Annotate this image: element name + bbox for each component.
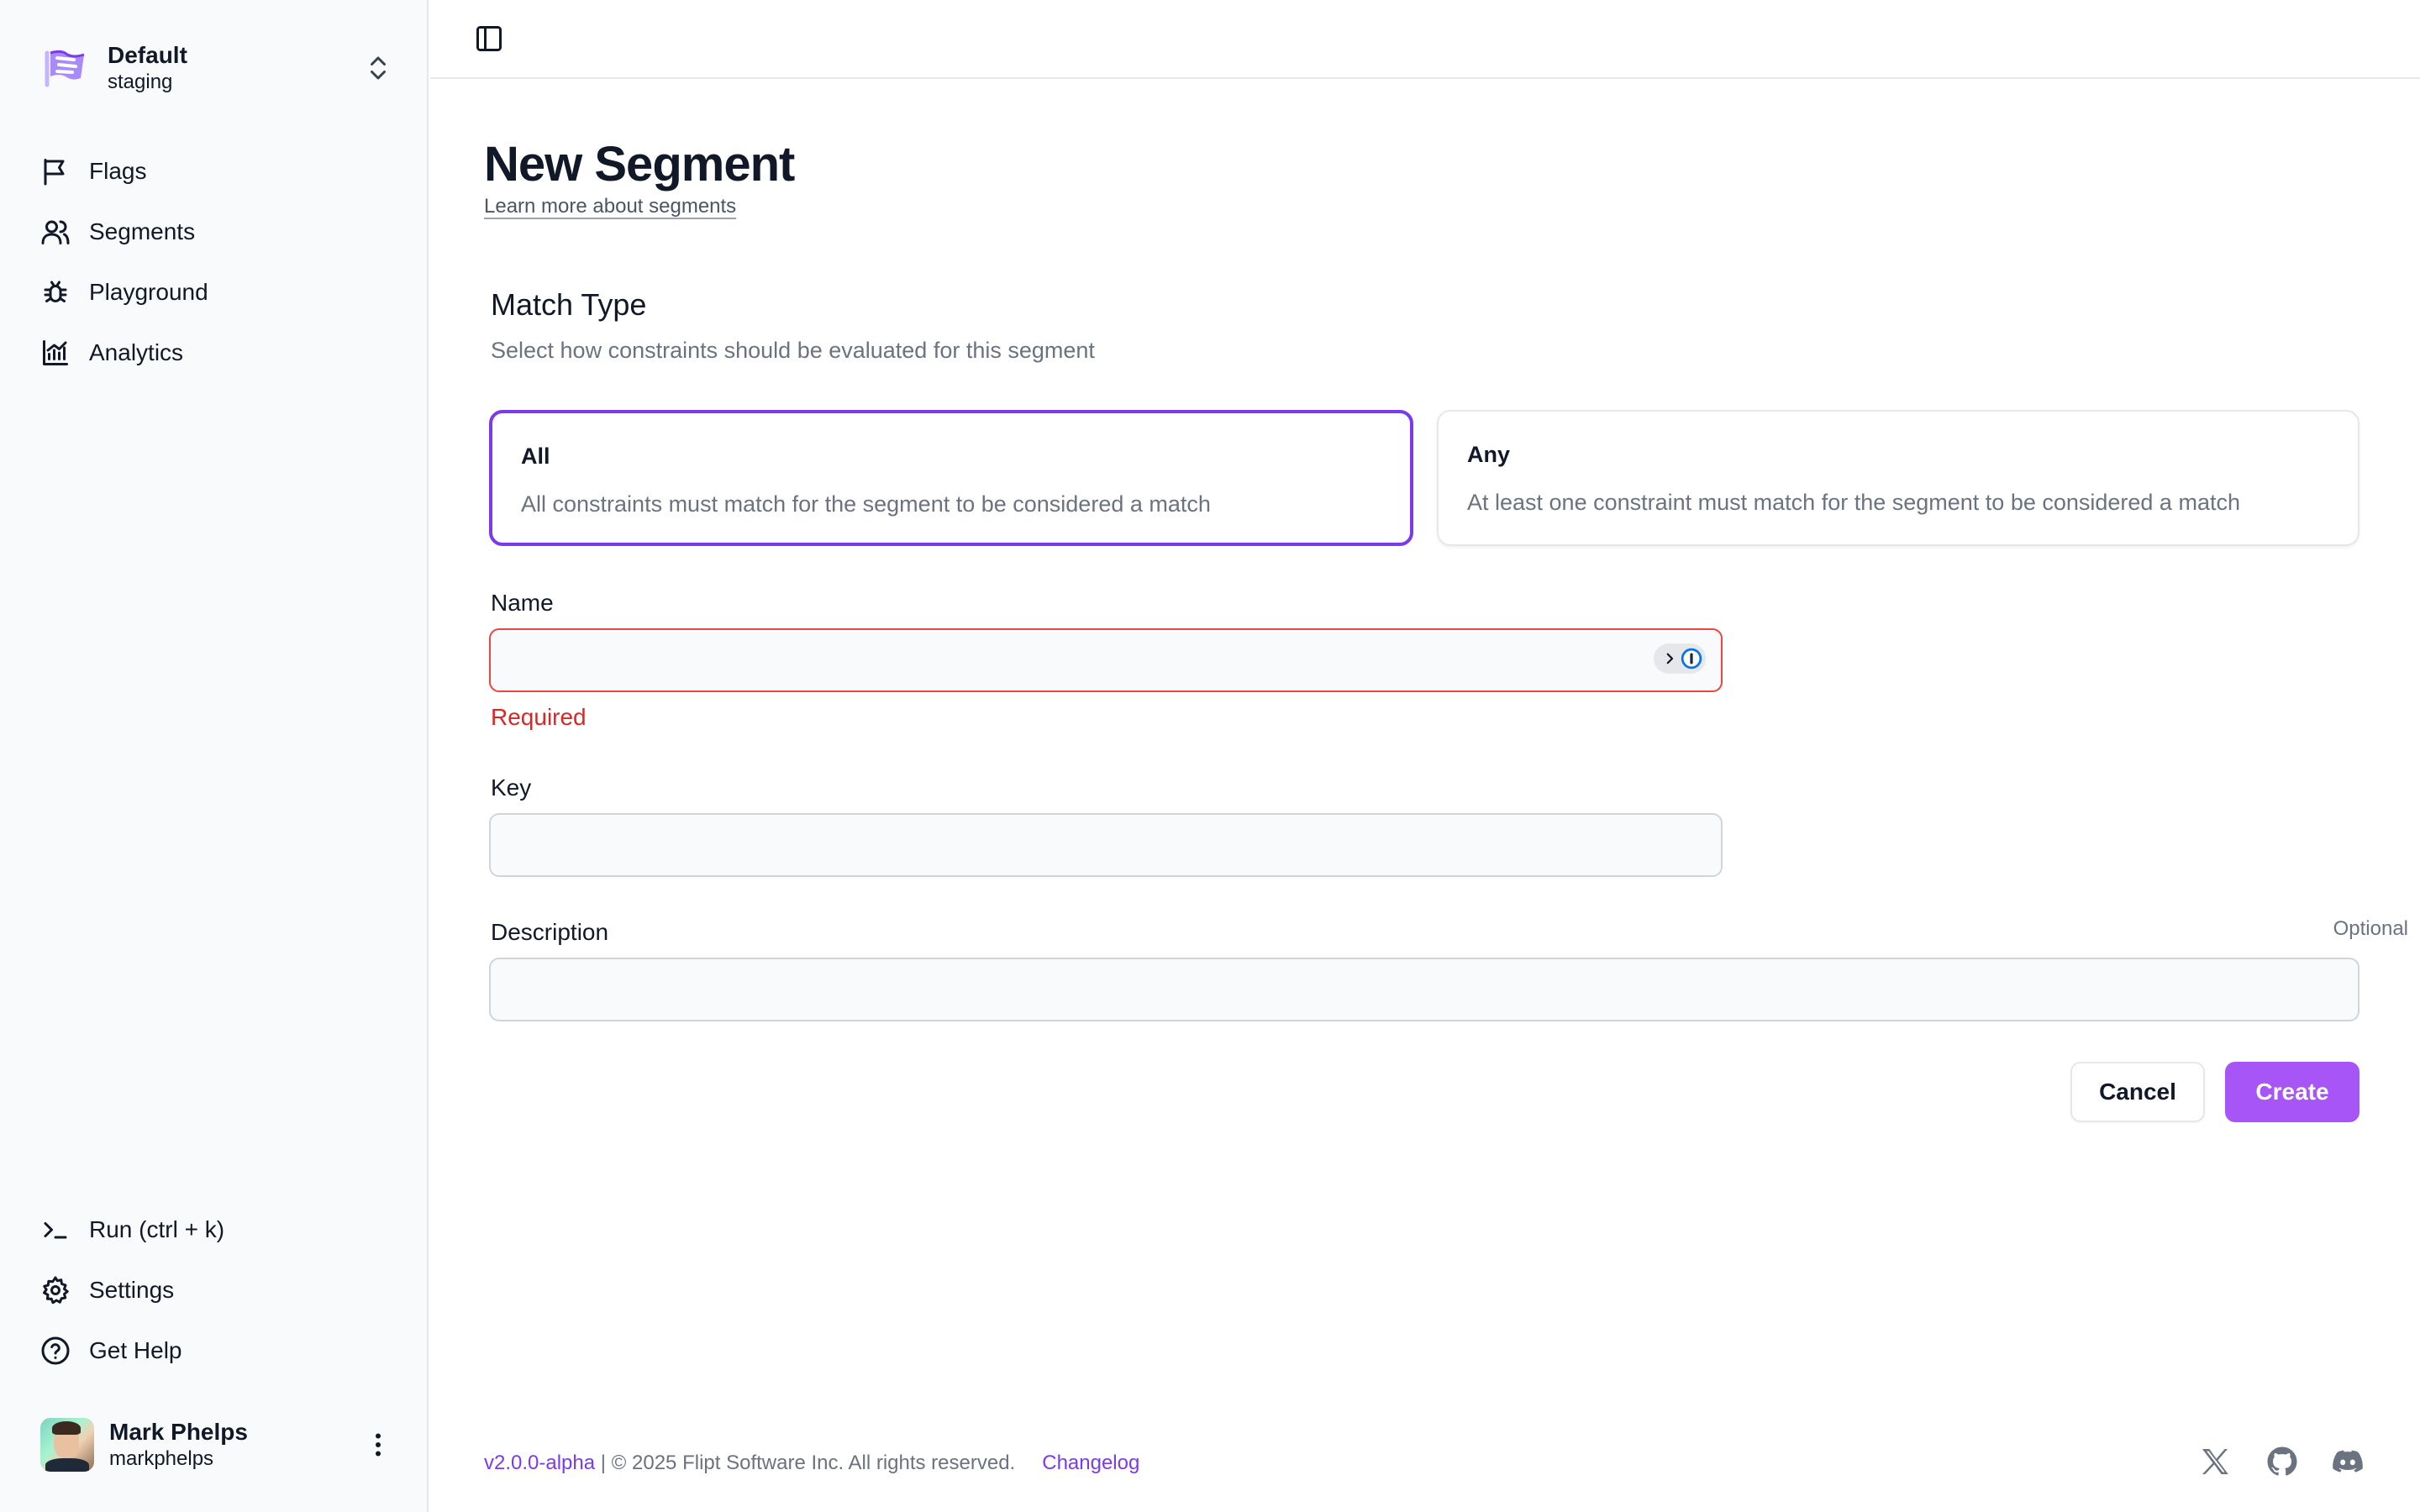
discord-icon[interactable] (2331, 1445, 2365, 1478)
user-profile: Mark Phelps markphelps (40, 1415, 393, 1475)
namespace-name: Default (108, 42, 187, 68)
key-field[interactable] (489, 813, 1723, 877)
match-type-all-option[interactable]: All All constraints must match for the s… (489, 410, 1413, 546)
chart-icon (43, 340, 68, 365)
chevron-right-icon (1666, 653, 1674, 664)
sidebar: Default staging Flags Segments Playgroun… (0, 0, 429, 1512)
option-all-description: All constraints must match for the segme… (521, 491, 1211, 517)
nav-item-flags[interactable]: Flags (37, 141, 398, 202)
name-field[interactable] (489, 628, 1723, 692)
create-button[interactable]: Create (2225, 1062, 2360, 1122)
user-handle: markphelps (109, 1447, 214, 1470)
gear-icon (43, 1276, 69, 1305)
nav-item-analytics[interactable]: Analytics (37, 323, 398, 383)
nav-label-segments: Segments (89, 218, 196, 244)
nav-label-analytics: Analytics (89, 339, 184, 365)
match-type-title: Match Type (491, 287, 647, 322)
nav-label-run: Run (ctrl + k) (89, 1216, 225, 1242)
name-error-message: Required (491, 704, 587, 730)
primary-nav: Flags Segments Playground Analytics (37, 141, 398, 383)
description-label: Description (491, 919, 609, 945)
nav-label-settings: Settings (89, 1277, 175, 1303)
nav-item-help[interactable]: Get Help (37, 1320, 398, 1381)
footer: v2.0.0-alpha | © 2025 Flipt Software Inc… (484, 1452, 1139, 1475)
github-icon[interactable] (2265, 1445, 2299, 1478)
match-type-description: Select how constraints should be evaluat… (491, 338, 1095, 363)
password-manager-icon[interactable] (1654, 643, 1706, 674)
nav-item-segments[interactable]: Segments (37, 202, 398, 262)
match-type-any-option[interactable]: Any At least one constraint must match f… (1437, 410, 2360, 546)
option-any-description: At least one constraint must match for t… (1467, 490, 2240, 515)
name-label: Name (491, 590, 554, 616)
nav-item-playground[interactable]: Playground (37, 262, 398, 323)
top-bar (430, 0, 2420, 79)
option-all-label: All (521, 444, 550, 469)
bug-icon (44, 281, 67, 302)
more-vertical-icon[interactable] (363, 1430, 393, 1460)
learn-more-link[interactable]: Learn more about segments (484, 195, 736, 218)
flipt-logo-icon (45, 50, 85, 87)
x-twitter-icon[interactable] (2198, 1445, 2232, 1478)
version-link[interactable]: v2.0.0-alpha (484, 1452, 595, 1475)
nav-item-run[interactable]: Run (ctrl + k) (37, 1200, 398, 1260)
user-name: Mark Phelps (109, 1419, 248, 1445)
flag-icon (44, 159, 65, 186)
help-icon (41, 1336, 70, 1365)
key-label: Key (491, 774, 532, 801)
page-title: New Segment (484, 137, 795, 192)
option-any-label: Any (1467, 442, 1511, 467)
users-icon (41, 220, 70, 244)
nav-label-playground: Playground (89, 279, 208, 305)
nav-item-settings[interactable]: Settings (37, 1260, 398, 1320)
nav-label-flags: Flags (89, 158, 147, 184)
description-field[interactable] (489, 958, 2360, 1021)
onepassword-icon (1681, 648, 1702, 669)
cancel-button[interactable]: Cancel (2070, 1062, 2205, 1122)
chevron-up-down-icon (371, 56, 386, 80)
secondary-nav: Run (ctrl + k) Settings Get Help (37, 1200, 398, 1381)
namespace-switcher[interactable]: Default staging (40, 37, 393, 99)
changelog-link[interactable]: Changelog (1042, 1452, 1139, 1475)
terminal-icon (44, 1222, 67, 1239)
main-content: New Segment Learn more about segments Ma… (430, 81, 2420, 1512)
optional-hint: Optional (2333, 917, 2408, 940)
sidebar-toggle-icon[interactable] (474, 24, 504, 54)
environment-name: staging (108, 71, 173, 93)
copyright-text: | © 2025 Flipt Software Inc. All rights … (595, 1452, 1016, 1474)
nav-label-help: Get Help (89, 1337, 182, 1363)
avatar (40, 1418, 94, 1472)
